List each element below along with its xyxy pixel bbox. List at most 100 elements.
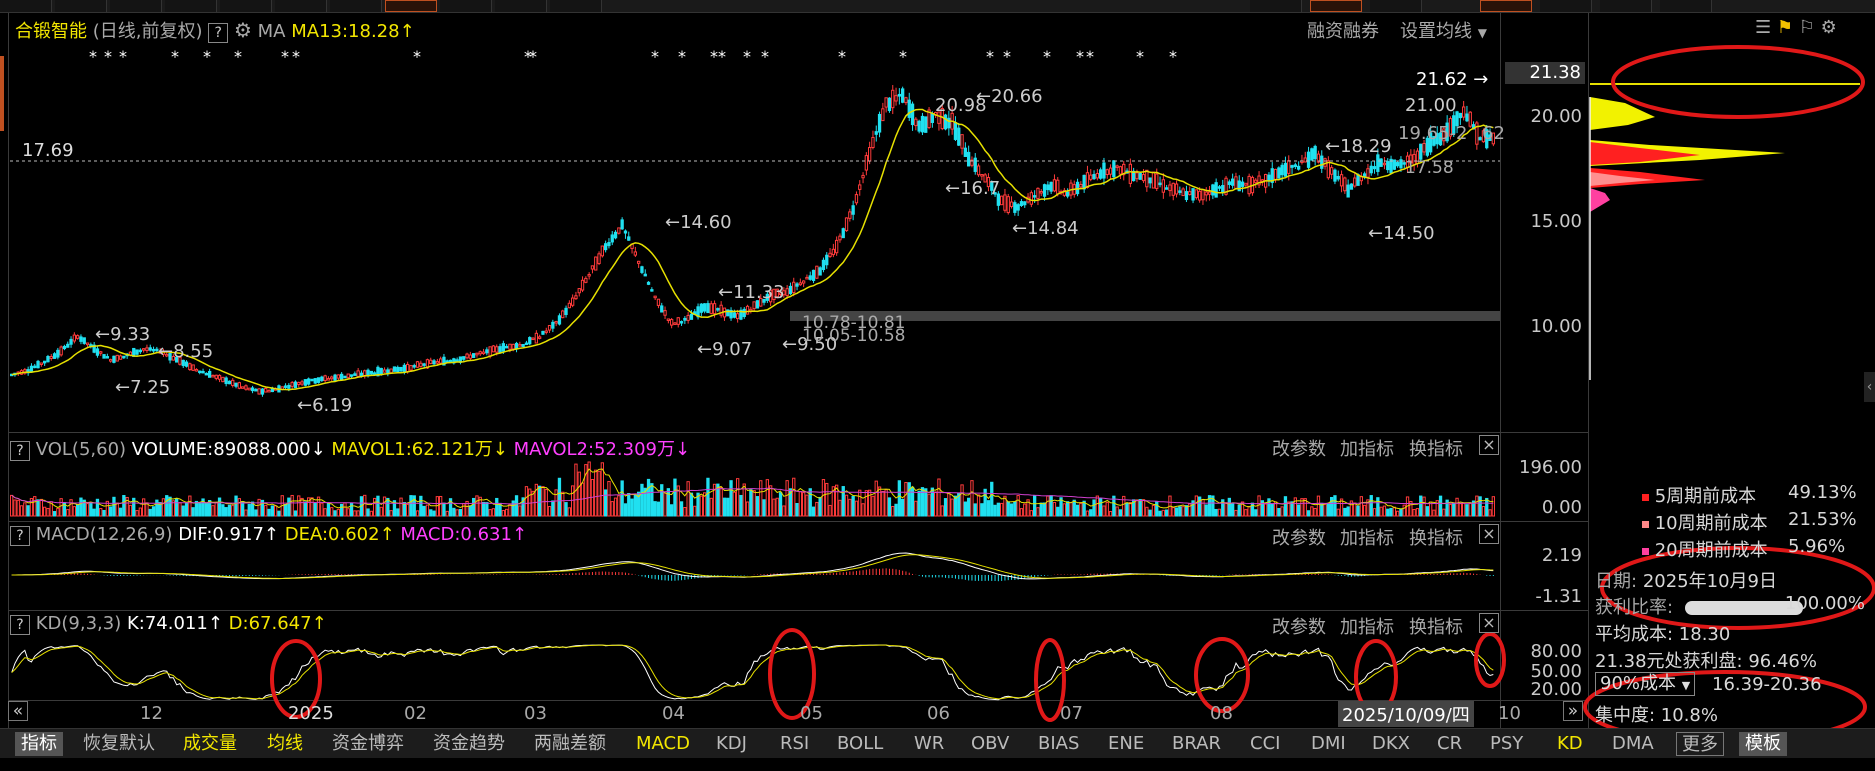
tab-capital-trend[interactable]: 资金趋势 (433, 732, 505, 756)
tab-bias[interactable]: BIAS (1038, 732, 1079, 756)
tab-indicators[interactable]: 指标 (15, 732, 63, 756)
scroll-left-button[interactable]: « (8, 701, 28, 721)
volume-bar (59, 498, 63, 517)
volume-indicator-name[interactable]: VOL(5,60) (36, 439, 126, 460)
volume-bar (409, 495, 413, 517)
scroll-right-button[interactable]: » (1563, 701, 1583, 721)
candle-body (435, 361, 440, 364)
volume-bar (1036, 507, 1040, 517)
candle-body (1118, 166, 1123, 175)
edit-params-button[interactable]: 改参数 (1272, 613, 1326, 639)
macd-indicator-name[interactable]: MACD(12,26,9) (36, 524, 173, 545)
volume-bar (217, 497, 222, 517)
candle-body (613, 231, 618, 239)
volume-bar (1432, 509, 1436, 517)
candle-body (194, 368, 199, 372)
add-indicator-button[interactable]: 加指标 (1340, 524, 1394, 550)
candle-body (732, 312, 737, 318)
tab-cci[interactable]: CCI (1250, 732, 1280, 756)
tab-template[interactable]: 模板 (1739, 732, 1787, 756)
tab-brar[interactable]: BRAR (1172, 732, 1221, 756)
volume-bar (613, 497, 618, 517)
volume-bar (940, 505, 944, 517)
volume-bar (231, 505, 235, 517)
tab-more[interactable]: 更多 (1676, 732, 1724, 756)
axis-tick-label: 21.38 (1529, 62, 1581, 83)
help-button[interactable]: ? (10, 615, 30, 635)
close-icon[interactable]: × (1479, 524, 1499, 544)
panel-collapse-handle[interactable]: ‹ (1864, 372, 1875, 402)
tab-rsi[interactable]: RSI (780, 732, 809, 756)
volume-bar (1283, 496, 1288, 517)
volume-bar (891, 506, 895, 517)
tab-capital-game[interactable]: 资金博弈 (332, 732, 404, 756)
candle-body (1161, 179, 1166, 193)
candle-body (627, 236, 631, 241)
volume-bar (211, 505, 215, 517)
close-icon[interactable]: × (1479, 613, 1499, 633)
tab-kdj[interactable]: KDJ (716, 732, 747, 756)
candle-body (478, 351, 482, 355)
volume-bar (42, 506, 47, 517)
volume-bar (92, 508, 96, 517)
tab-margin-diff[interactable]: 两融差额 (534, 732, 606, 756)
help-button[interactable]: ? (10, 441, 30, 461)
candle-body (679, 321, 684, 324)
tab-restore-default[interactable]: 恢复默认 (83, 732, 155, 756)
tab-dmi[interactable]: DMI (1311, 732, 1346, 756)
axis-tick-label: -1.31 (1535, 586, 1582, 607)
help-button[interactable]: ? (10, 526, 30, 546)
d-line (11, 644, 1494, 700)
kd-indicator-name[interactable]: KD(9,3,3) (36, 613, 122, 634)
price-annotation: ←14.60 (665, 212, 732, 233)
event-marker-icon: * (718, 47, 726, 66)
tab-volume[interactable]: 成交量 (183, 732, 237, 756)
tab-cr[interactable]: CR (1437, 732, 1462, 756)
price-annotation: 21.62 → (1416, 69, 1489, 90)
switch-indicator-button[interactable]: 换指标 (1409, 613, 1463, 639)
tab-wr[interactable]: WR (914, 732, 944, 756)
macd-panel-header: ? MACD(12,26,9) DIF:0.917↑ DEA:0.602↑ MA… (10, 524, 527, 546)
price-annotation: ←9.33 (95, 324, 151, 345)
candle-body (1422, 143, 1426, 153)
tab-ene[interactable]: ENE (1108, 732, 1144, 756)
tab-dkx[interactable]: DKX (1372, 732, 1410, 756)
candle-body (419, 362, 423, 367)
candle-body (36, 360, 40, 369)
tab-ma[interactable]: 均线 (267, 732, 303, 756)
edit-params-button[interactable]: 改参数 (1272, 435, 1326, 461)
candle-body (1313, 145, 1317, 160)
close-icon[interactable]: × (1479, 435, 1499, 455)
candle-body (828, 252, 832, 258)
tab-boll[interactable]: BOLL (837, 732, 883, 756)
event-marker-icon: * (104, 47, 112, 66)
add-indicator-button[interactable]: 加指标 (1340, 613, 1394, 639)
volume-bar (290, 494, 294, 517)
tab-dma[interactable]: DMA (1612, 732, 1654, 756)
up-arrow-icon: ↑ (207, 613, 223, 634)
volume-bar (1263, 503, 1268, 517)
dea-line (11, 554, 1494, 579)
event-marker-icon: * (651, 47, 659, 66)
edit-params-button[interactable]: 改参数 (1272, 524, 1326, 550)
tab-macd[interactable]: MACD (636, 732, 690, 756)
volume-bar (752, 490, 756, 517)
switch-indicator-button[interactable]: 换指标 (1409, 524, 1463, 550)
volume-bar (927, 493, 931, 517)
tab-psy[interactable]: PSY (1490, 732, 1523, 756)
tab-kd[interactable]: KD (1557, 732, 1583, 756)
concentration: 集中度: 10.8% (1595, 705, 1718, 726)
candle-body (471, 353, 476, 358)
volume-bar (801, 492, 806, 517)
volume-bar (1194, 495, 1199, 517)
tab-obv[interactable]: OBV (971, 732, 1009, 756)
volume-bar (399, 497, 403, 517)
add-indicator-button[interactable]: 加指标 (1340, 435, 1394, 461)
switch-indicator-button[interactable]: 换指标 (1409, 435, 1463, 461)
volume-bar (323, 508, 327, 517)
candle-body (590, 265, 595, 270)
candle-body (316, 377, 321, 383)
volume-bar (376, 495, 380, 517)
cost-range-select[interactable]: 90%成本 ▼ (1595, 672, 1696, 696)
volume-bar (990, 481, 994, 517)
